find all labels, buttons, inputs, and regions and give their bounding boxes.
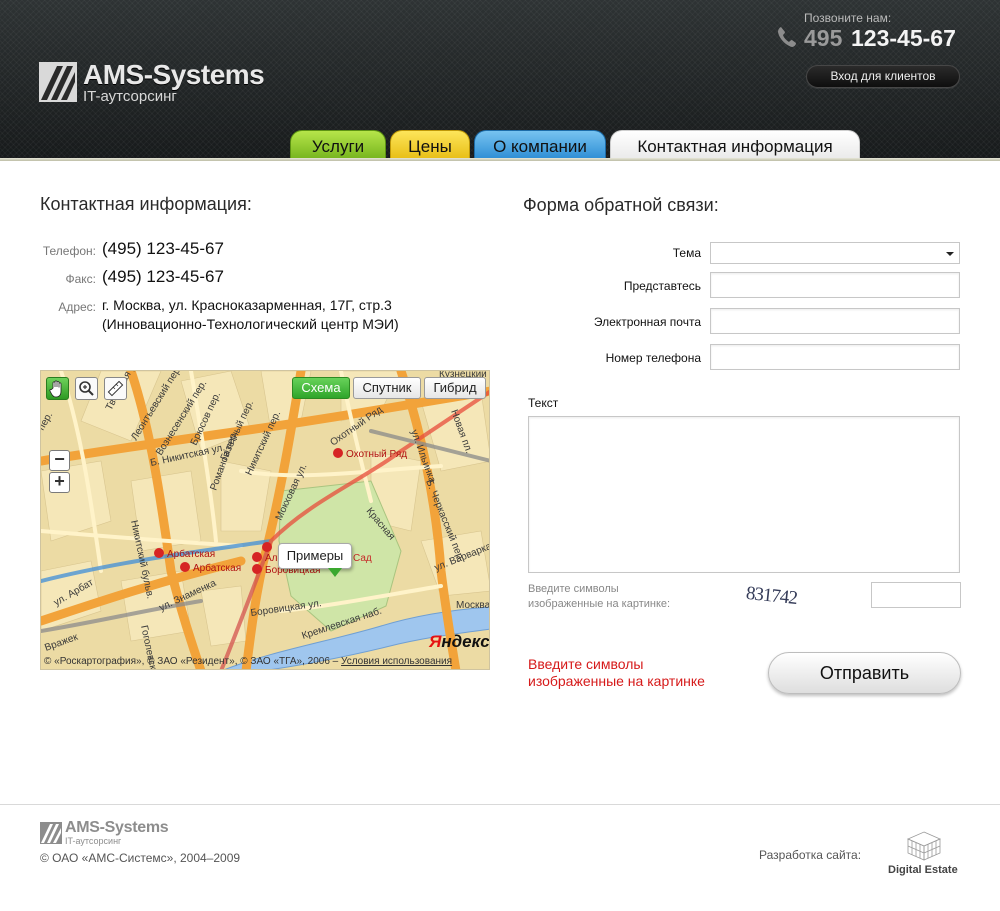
address-line-1: г. Москва, ул. Красноказарменная, 17Г, с… (102, 297, 392, 313)
map-type-hybrid[interactable]: Гибрид (424, 377, 486, 399)
tab-contacts[interactable]: Контактная информация (610, 130, 860, 160)
logo-subtitle: IT-аутсорсинг (83, 88, 177, 105)
email-label: Электронная почта (593, 315, 701, 329)
phone-number: 123-45-67 (851, 25, 956, 51)
captcha-code: 831742 (745, 583, 798, 609)
address-line-2: (Инновационно-Технологический центр МЭИ) (102, 316, 399, 332)
tab-prices[interactable]: Цены (390, 130, 470, 160)
magnifier-icon (79, 381, 94, 396)
address-label: Адрес: (58, 300, 96, 314)
street-label: Сад (353, 553, 372, 564)
footer-divider (0, 804, 1000, 805)
topic-select[interactable] (710, 242, 960, 264)
site-header: AMS-Systems IT-аутсорсинг Позвоните нам:… (0, 0, 1000, 160)
ruler-icon (107, 380, 124, 397)
footer-copyright: © ОАО «АМС-Системс», 2004–2009 (40, 851, 241, 865)
map-copyright-text: © «Роскартография», © ЗАО «Резидент», © … (44, 656, 339, 667)
fax-label: Факс: (65, 272, 96, 286)
tab-about[interactable]: О компании (474, 130, 606, 160)
text-label: Текст (528, 396, 559, 410)
contacts-title: Контактная информация: (40, 194, 252, 214)
captcha-hint-line-1: Введите символы (528, 583, 619, 595)
map-type-satellite[interactable]: Спутник (353, 377, 421, 399)
captcha-error: Введите символы изображенные на картинке (528, 656, 705, 690)
map-balloon[interactable]: Примеры (278, 543, 352, 569)
phone-input[interactable] (710, 344, 960, 370)
developer-label: Разработка сайта: (759, 848, 862, 862)
site-logo[interactable]: AMS-Systems IT-аутсорсинг (39, 59, 289, 106)
map-balloon-pointer (328, 568, 342, 577)
submit-button[interactable]: Отправить (768, 652, 961, 694)
map-zoom-tool[interactable] (75, 377, 98, 400)
cube-icon (907, 831, 941, 861)
phone-value: (495) 123-45-67 (102, 239, 224, 258)
phone-icon (778, 27, 796, 47)
map-zoom-out-button[interactable]: − (49, 450, 70, 471)
hand-icon (49, 380, 62, 398)
message-textarea[interactable] (528, 416, 960, 573)
yandex-logo[interactable]: Яндекс (429, 632, 490, 652)
ams-logo-icon (39, 62, 77, 102)
dropdown-arrow-icon (946, 252, 954, 256)
header-divider (0, 158, 1000, 161)
map-drag-tool[interactable] (46, 377, 69, 400)
captcha-error-line-1: Введите символы (528, 656, 644, 672)
topic-label: Тема (672, 246, 701, 260)
captcha-input[interactable] (871, 582, 961, 608)
logo-title: AMS-Systems (83, 59, 265, 90)
footer-logo-subtitle: IT-аутсорсинг (65, 836, 122, 846)
metro-station-label: Арбатская (167, 548, 215, 560)
footer-logo[interactable]: AMS-Systems IT-аутсорсинг (40, 819, 190, 847)
street-label: Москва (456, 600, 490, 611)
footer-logo-title: AMS-Systems (65, 819, 169, 836)
call-label: Позвоните нам: (804, 11, 892, 25)
metro-station-label: Охотный Ряд (346, 449, 407, 460)
email-input[interactable] (710, 308, 960, 334)
form-title: Форма обратной связи: (523, 195, 719, 215)
ams-logo-icon (40, 822, 62, 844)
metro-station-label: Арбатская (193, 562, 241, 574)
phone-code: 495 (804, 25, 843, 51)
header-phone: 495 123-45-67 (777, 25, 967, 53)
map-copyright: © «Роскартография», © ЗАО «Резидент», © … (41, 653, 489, 669)
digital-estate-name: Digital Estate (888, 864, 958, 876)
name-label: Представтесь (623, 279, 701, 293)
phone-field-label: Номер телефона (605, 351, 701, 365)
captcha-hint: Введите символы изображенные на картинке… (528, 582, 670, 612)
captcha-hint-line-2: изображенные на картинке: (528, 598, 671, 610)
name-input[interactable] (710, 272, 960, 298)
client-login-button[interactable]: Вход для клиентов (806, 65, 960, 88)
digital-estate-logo[interactable]: Digital Estate (886, 831, 962, 879)
fax-value: (495) 123-45-67 (102, 267, 224, 286)
captcha-image: 831742 (745, 583, 798, 609)
yandex-logo-first-letter: Я (429, 632, 442, 651)
map-type-scheme[interactable]: Схема (292, 377, 350, 399)
map-terms-link[interactable]: Условия использования (341, 656, 452, 667)
captcha-error-line-2: изображенные на картинке (528, 673, 705, 689)
page: AMS-Systems IT-аутсорсинг Позвоните нам:… (0, 0, 1000, 911)
tab-services[interactable]: Услуги (290, 130, 386, 160)
map-zoom-in-button[interactable]: + (49, 472, 70, 493)
yandex-map[interactable]: Тверская ул. Леонтьевский пер. Вознесенс… (40, 370, 490, 670)
yandex-logo-rest: ндекс (441, 632, 490, 651)
map-canvas[interactable]: Тверская ул. Леонтьевский пер. Вознесенс… (41, 371, 490, 670)
phone-label: Телефон: (42, 244, 96, 258)
map-ruler-tool[interactable] (104, 377, 127, 400)
